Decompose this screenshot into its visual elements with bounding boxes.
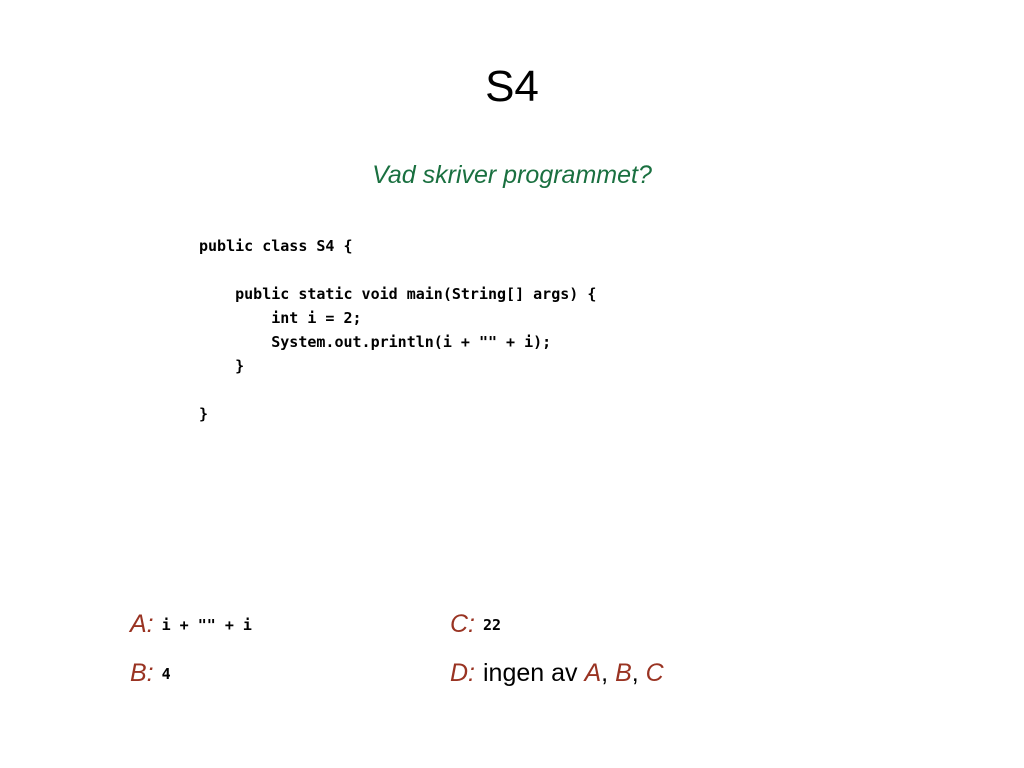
page-title: S4: [485, 62, 539, 111]
option-c-label: C:: [450, 610, 475, 638]
java-code-listing: public class S4 { public static void mai…: [199, 237, 597, 423]
option-d-label: D:: [450, 659, 475, 687]
slide: S4 Vad skriver programmet? public class …: [0, 0, 1024, 768]
options-row-1: A: i + "" + i C: 22: [130, 610, 890, 659]
option-b-value: 4: [161, 665, 171, 683]
option-d-ref-a: A: [584, 659, 602, 687]
option-a[interactable]: A: i + "" + i: [130, 610, 450, 639]
option-d-comma-1: ,: [601, 659, 616, 687]
answer-options: A: i + "" + i C: 22 B: 4 D: ingen av A, …: [130, 610, 890, 708]
option-a-label: A:: [130, 610, 154, 638]
option-d-comma-2: ,: [631, 659, 646, 687]
question-subtitle: Vad skriver programmet?: [372, 161, 652, 189]
option-a-value: i + "" + i: [161, 616, 252, 634]
option-c-value: 22: [483, 616, 502, 634]
option-d-value: ingen av A, B, C: [483, 659, 664, 688]
option-d-lead: ingen av: [483, 659, 585, 687]
option-d-ref-c: C: [645, 659, 664, 687]
option-d[interactable]: D: ingen av A, B, C: [450, 659, 850, 688]
option-b-label: B:: [130, 659, 154, 687]
option-c[interactable]: C: 22: [450, 610, 850, 639]
option-d-ref-b: B: [615, 659, 632, 687]
options-row-2: B: 4 D: ingen av A, B, C: [130, 659, 890, 708]
option-b[interactable]: B: 4: [130, 659, 450, 688]
